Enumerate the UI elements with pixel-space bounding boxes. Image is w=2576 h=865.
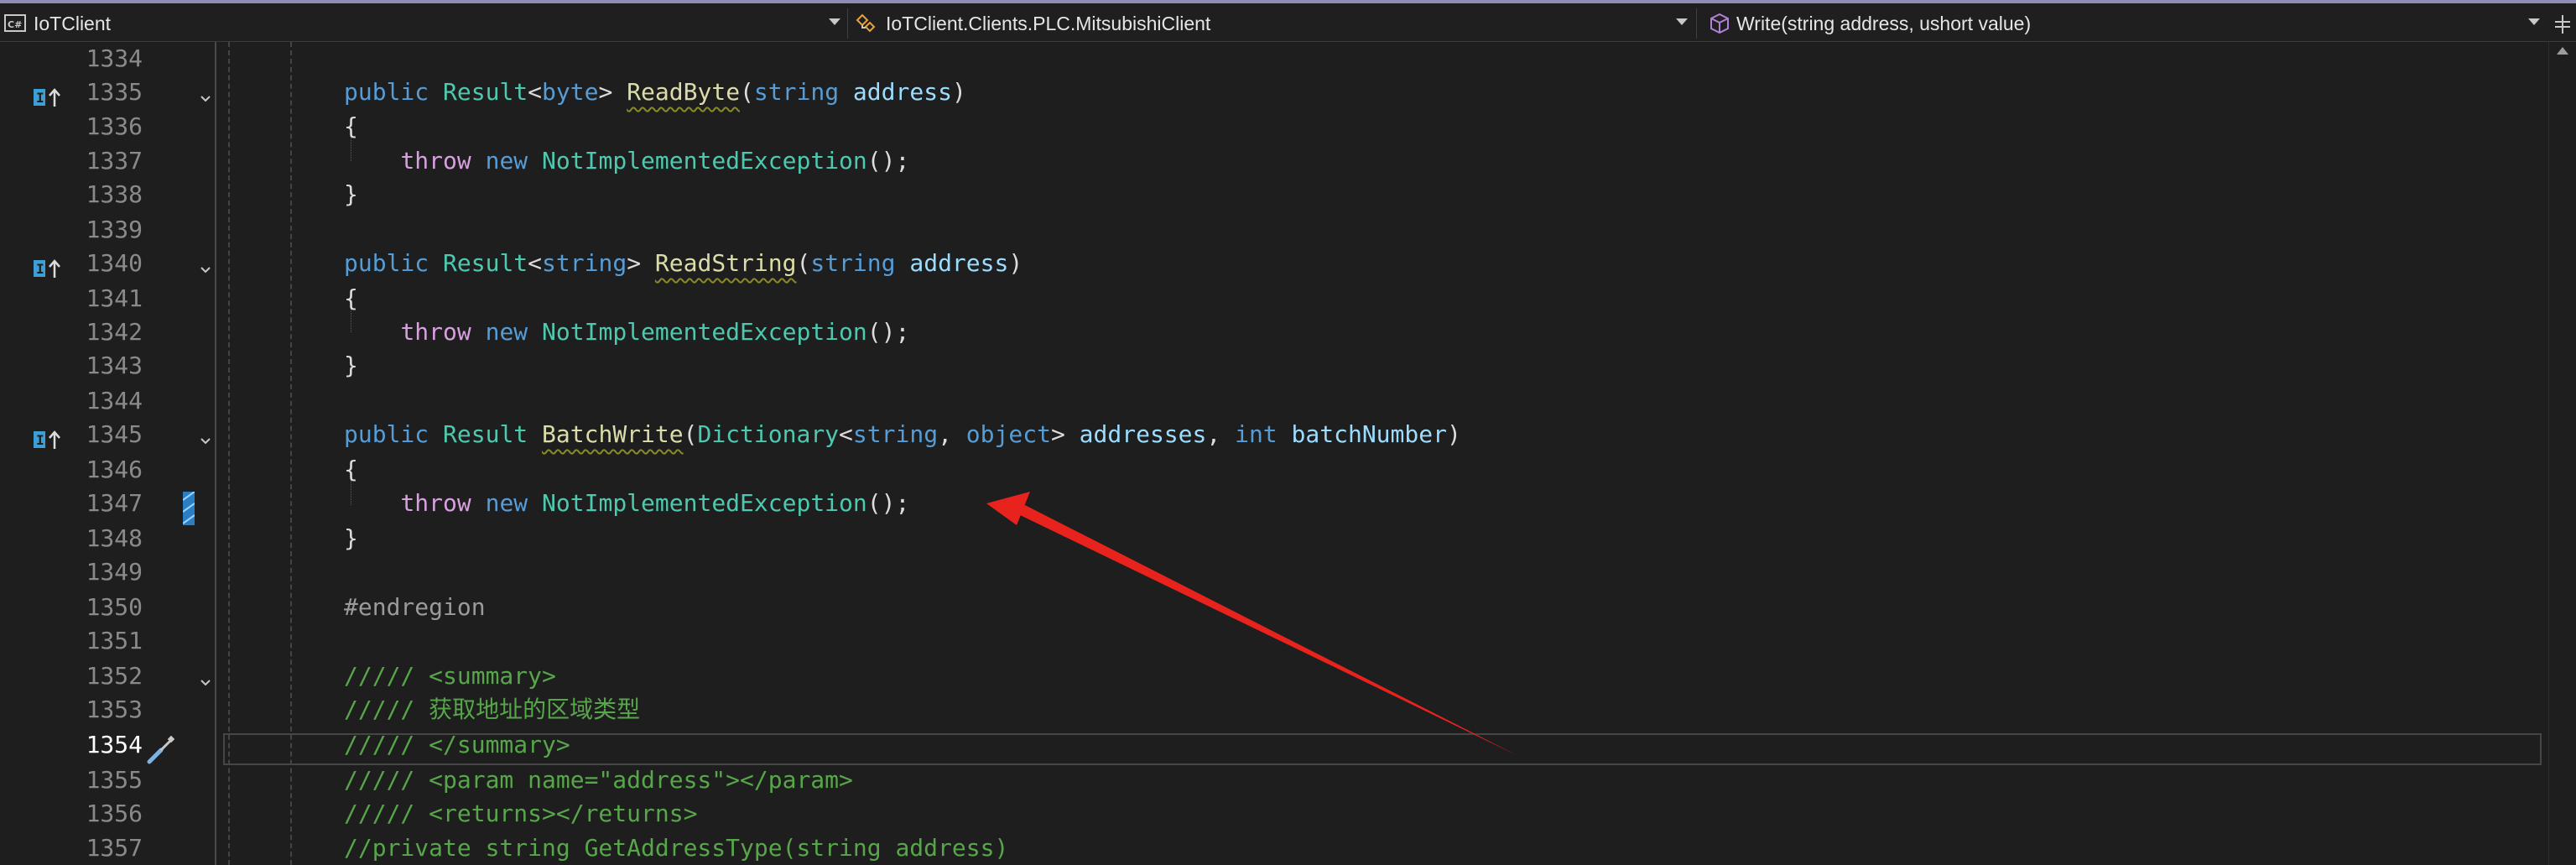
line-number-current: 1354 bbox=[86, 731, 143, 758]
project-name: IoTClient bbox=[34, 12, 112, 34]
code-line[interactable]: { bbox=[344, 282, 358, 315]
visual-studio-window: C# IoTClient IoTClient.Clients.PLC.Mitsu… bbox=[0, 0, 2576, 865]
chevron-down-icon bbox=[1676, 18, 1688, 25]
line-number: 1351 bbox=[86, 627, 143, 654]
line-number: 1345 bbox=[86, 420, 143, 448]
chevron-down-icon bbox=[2528, 18, 2540, 25]
svg-text:I: I bbox=[36, 90, 44, 106]
class-icon bbox=[854, 12, 881, 35]
line-number: 1347 bbox=[86, 489, 143, 517]
project-dropdown[interactable]: C# IoTClient bbox=[0, 7, 847, 40]
line-number: 1356 bbox=[86, 800, 143, 827]
divider bbox=[1696, 8, 1697, 39]
split-editor-icon bbox=[2555, 15, 2570, 34]
code-line[interactable]: } bbox=[344, 349, 358, 383]
svg-text:C#: C# bbox=[8, 19, 22, 30]
code-line[interactable]: { bbox=[344, 453, 358, 487]
line-number: 1357 bbox=[86, 834, 143, 862]
line-number: 1353 bbox=[86, 696, 143, 723]
csharp-project-icon: C# bbox=[3, 13, 29, 34]
code-line[interactable]: public Result<string> ReadString(string … bbox=[344, 247, 1023, 280]
line-number: 1343 bbox=[86, 352, 143, 379]
line-number: 1348 bbox=[86, 524, 143, 552]
code-line-current[interactable]: ///// </summary> bbox=[344, 728, 570, 762]
svg-text:I: I bbox=[36, 432, 44, 448]
fold-toggle-icon[interactable] bbox=[200, 93, 211, 105]
line-number: 1341 bbox=[86, 284, 143, 312]
current-line-highlight bbox=[223, 733, 2542, 765]
code-line[interactable]: ///// <param name="address"></param> bbox=[344, 763, 853, 797]
fold-toggle-icon[interactable] bbox=[200, 264, 211, 276]
chevron-down-icon bbox=[829, 18, 840, 25]
code-line[interactable]: } bbox=[344, 522, 358, 555]
code-line[interactable]: ///// <summary> bbox=[344, 659, 556, 693]
member-name: Write(string address, ushort value) bbox=[1736, 12, 2032, 34]
code-line[interactable]: public Result<byte> ReadByte(string addr… bbox=[344, 76, 966, 109]
screwdriver-icon[interactable] bbox=[144, 733, 178, 767]
line-number: 1339 bbox=[86, 216, 143, 243]
outline-guide bbox=[215, 42, 216, 865]
line-number: 1344 bbox=[86, 387, 143, 414]
indent-guide bbox=[228, 42, 230, 865]
line-number: 1335 bbox=[86, 78, 143, 106]
code-line[interactable]: { bbox=[344, 110, 358, 143]
svg-text:I: I bbox=[36, 261, 44, 277]
line-number: 1338 bbox=[86, 180, 143, 208]
class-dropdown[interactable]: IoTClient.Clients.PLC.MitsubishiClient bbox=[849, 7, 1694, 40]
code-line[interactable]: //private string GetAddressType(string a… bbox=[344, 831, 1008, 865]
fold-toggle-icon[interactable] bbox=[200, 677, 211, 689]
code-line[interactable]: throw new NotImplementedException(); bbox=[344, 315, 909, 349]
fold-toggle-icon[interactable] bbox=[200, 435, 211, 447]
method-cube-icon bbox=[1708, 12, 1731, 35]
code-editor[interactable]: I I I 1334 1335 1336 1337 1338 1339 1340… bbox=[0, 42, 2576, 865]
navigation-bar: C# IoTClient IoTClient.Clients.PLC.Mitsu… bbox=[0, 0, 2576, 42]
code-line[interactable]: } bbox=[344, 178, 358, 211]
split-editor-button[interactable] bbox=[2550, 8, 2575, 40]
code-line[interactable]: throw new NotImplementedException(); bbox=[344, 144, 909, 178]
line-number: 1350 bbox=[86, 593, 143, 621]
scroll-up-icon[interactable] bbox=[2557, 47, 2568, 55]
line-number: 1346 bbox=[86, 456, 143, 483]
line-number: 1336 bbox=[86, 112, 143, 140]
line-number: 1337 bbox=[86, 147, 143, 175]
member-dropdown[interactable]: Write(string address, ushort value) bbox=[1699, 7, 2547, 40]
line-number: 1334 bbox=[86, 44, 143, 72]
code-line[interactable]: #endregion bbox=[344, 591, 486, 624]
line-number: 1342 bbox=[86, 318, 143, 346]
line-number: 1355 bbox=[86, 766, 143, 794]
code-line[interactable]: public Result BatchWrite(Dictionary<stri… bbox=[344, 418, 1461, 451]
code-line[interactable]: ///// 获取地址的区域类型 bbox=[344, 693, 640, 727]
class-name: IoTClient.Clients.PLC.MitsubishiClient bbox=[886, 12, 1211, 34]
indent-guide bbox=[290, 42, 292, 865]
code-line[interactable]: ///// <returns></returns> bbox=[344, 797, 697, 831]
line-number: 1340 bbox=[86, 249, 143, 277]
code-line[interactable]: throw new NotImplementedException(); bbox=[344, 487, 909, 520]
line-number: 1352 bbox=[86, 662, 143, 690]
vertical-scrollbar[interactable] bbox=[2548, 42, 2576, 865]
change-tracking-marker bbox=[183, 492, 195, 525]
divider bbox=[847, 8, 848, 39]
line-number: 1349 bbox=[86, 558, 143, 586]
